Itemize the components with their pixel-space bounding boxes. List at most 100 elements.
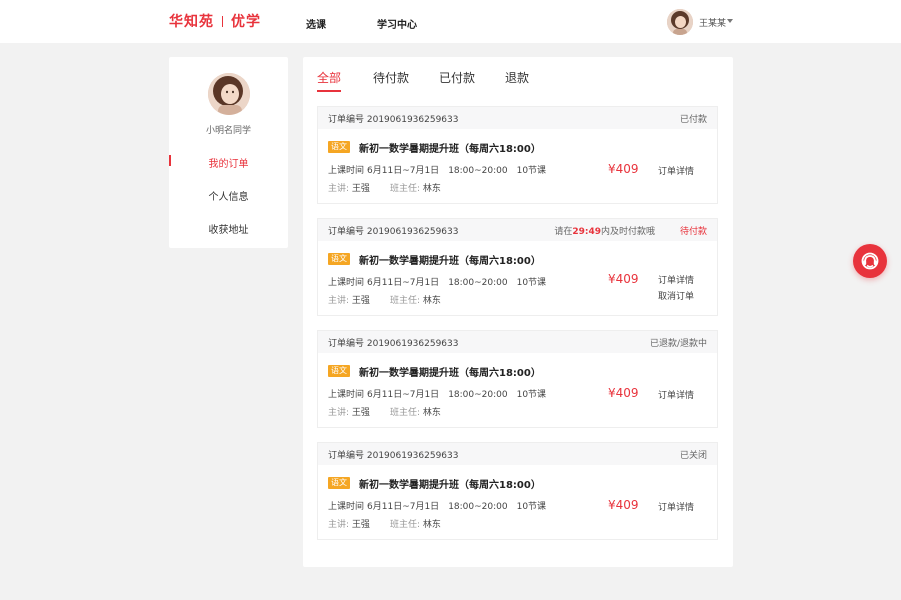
logo-right: 优学 <box>231 14 261 30</box>
order-status: 已退款/退款中 <box>649 339 707 349</box>
lesson-count: 10节课 <box>516 278 547 288</box>
order-header: 订单编号 2019061936259633 已关闭 <box>318 443 717 465</box>
order-status: 已关闭 <box>679 451 707 461</box>
teacher-info: 主讲: 王强 班主任: 林东 <box>328 293 461 306</box>
orders-panel: 全部 待付款 已付款 退款 订单编号 2019061936259633 已付款 … <box>303 57 733 567</box>
nav-item-learning-center[interactable]: 学习中心 <box>377 16 417 31</box>
lesson-count: 10节课 <box>516 166 547 176</box>
order-status: 待付款 <box>679 227 707 237</box>
teacher-label: 主讲: <box>328 184 350 194</box>
subject-tag: 语文 <box>328 253 350 265</box>
order-status: 已付款 <box>679 115 707 125</box>
class-time: 上课时间 6月11日~7月1日 18:00~20:00 10节课 <box>328 163 555 176</box>
teacher-name: 王强 <box>351 520 370 530</box>
tab-paid[interactable]: 已付款 <box>439 69 475 86</box>
subject-tag: 语文 <box>328 141 350 153</box>
top-header: 华知苑 优学 选课 学习中心 王某某 <box>0 0 901 43</box>
class-time: 上课时间 6月11日~7月1日 18:00~20:00 10节课 <box>328 275 555 288</box>
order-card: 订单编号 2019061936259633 已关闭 语文 新初一数学暑期提升班（… <box>317 442 718 540</box>
teacher-label: 主讲: <box>328 408 350 418</box>
profile-avatar-image <box>208 73 250 115</box>
class-teacher-name: 林东 <box>422 520 441 530</box>
class-teacher-name: 林东 <box>422 296 441 306</box>
date-range: 6月11日~7月1日 <box>367 166 440 176</box>
class-hours: 18:00~20:00 <box>448 166 508 176</box>
order-card: 订单编号 2019061936259633 已付款 语文 新初一数学暑期提升班（… <box>317 106 718 204</box>
nav-item-courses[interactable]: 选课 <box>306 16 326 31</box>
order-price: ¥409 <box>608 498 639 512</box>
date-range: 6月11日~7月1日 <box>367 502 440 512</box>
sidebar-item-my-orders[interactable]: 我的订单 <box>169 155 288 170</box>
countdown-time: 29:49 <box>572 227 601 237</box>
course-title[interactable]: 新初一数学暑期提升班（每周六18:00） <box>359 140 541 155</box>
subject-tag: 语文 <box>328 477 350 489</box>
customer-service-icon <box>861 252 879 270</box>
teacher-name: 王强 <box>351 184 370 194</box>
course-title[interactable]: 新初一数学暑期提升班（每周六18:00） <box>359 364 541 379</box>
class-hours: 18:00~20:00 <box>448 502 508 512</box>
teacher-name: 王强 <box>351 408 370 418</box>
order-detail-link[interactable]: 订单详情 <box>658 164 694 177</box>
class-time: 上课时间 6月11日~7月1日 18:00~20:00 10节课 <box>328 499 555 512</box>
class-teacher-label: 班主任: <box>389 520 420 530</box>
date-range: 6月11日~7月1日 <box>367 278 440 288</box>
order-number: 订单编号 2019061936259633 <box>328 227 459 237</box>
order-card: 订单编号 2019061936259633 请在29:49内及时付款哦 待付款 … <box>317 218 718 316</box>
countdown-prefix: 请在 <box>554 227 573 237</box>
class-hours: 18:00~20:00 <box>448 278 508 288</box>
time-label: 上课时间 <box>328 278 365 288</box>
payment-countdown: 请在29:49内及时付款哦 <box>554 224 655 237</box>
class-hours: 18:00~20:00 <box>448 390 508 400</box>
order-detail-link[interactable]: 订单详情 <box>658 388 694 401</box>
teacher-info: 主讲: 王强 班主任: 林东 <box>328 181 461 194</box>
user-name[interactable]: 王某某 <box>699 16 726 29</box>
site-logo[interactable]: 华知苑 优学 <box>169 11 261 31</box>
order-header: 订单编号 2019061936259633 已退款/退款中 <box>318 331 717 353</box>
teacher-label: 主讲: <box>328 296 350 306</box>
time-label: 上课时间 <box>328 390 365 400</box>
profile-username: 小明名同学 <box>205 126 251 136</box>
sidebar: 小明名同学 我的订单 个人信息 收获地址 <box>169 57 288 248</box>
teacher-info: 主讲: 王强 班主任: 林东 <box>328 405 461 418</box>
sidebar-item-profile[interactable]: 个人信息 <box>169 188 288 203</box>
logo-divider <box>222 15 223 27</box>
avatar[interactable] <box>667 9 693 35</box>
order-detail-link[interactable]: 订单详情 <box>658 273 694 286</box>
order-price: ¥409 <box>608 272 639 286</box>
chevron-down-icon[interactable] <box>727 19 733 23</box>
order-header: 订单编号 2019061936259633 已付款 <box>318 107 717 129</box>
date-range: 6月11日~7月1日 <box>367 390 440 400</box>
class-teacher-name: 林东 <box>422 184 441 194</box>
time-label: 上课时间 <box>328 166 365 176</box>
order-header: 订单编号 2019061936259633 请在29:49内及时付款哦 待付款 <box>318 219 717 241</box>
order-number: 订单编号 2019061936259633 <box>328 451 459 461</box>
lesson-count: 10节课 <box>516 390 547 400</box>
lesson-count: 10节课 <box>516 502 547 512</box>
class-teacher-label: 班主任: <box>389 408 420 418</box>
teacher-name: 王强 <box>351 296 370 306</box>
class-time: 上课时间 6月11日~7月1日 18:00~20:00 10节课 <box>328 387 555 400</box>
order-detail-link[interactable]: 订单详情 <box>658 500 694 513</box>
order-price: ¥409 <box>608 162 639 176</box>
class-teacher-label: 班主任: <box>389 184 420 194</box>
tab-all[interactable]: 全部 <box>317 69 341 86</box>
sidebar-item-address[interactable]: 收获地址 <box>169 221 288 236</box>
order-number: 订单编号 2019061936259633 <box>328 115 459 125</box>
tab-active-underline <box>317 90 341 92</box>
course-title[interactable]: 新初一数学暑期提升班（每周六18:00） <box>359 476 541 491</box>
avatar <box>208 73 250 115</box>
cancel-order-button[interactable]: 取消订单 <box>658 289 694 302</box>
tab-refund[interactable]: 退款 <box>505 69 529 86</box>
course-title[interactable]: 新初一数学暑期提升班（每周六18:00） <box>359 252 541 267</box>
tab-pending-payment[interactable]: 待付款 <box>373 69 409 86</box>
order-card: 订单编号 2019061936259633 已退款/退款中 语文 新初一数学暑期… <box>317 330 718 428</box>
class-teacher-name: 林东 <box>422 408 441 418</box>
customer-service-button[interactable] <box>853 244 887 278</box>
logo-left: 华知苑 <box>169 14 214 30</box>
class-teacher-label: 班主任: <box>389 296 420 306</box>
user-avatar-image <box>667 9 693 35</box>
teacher-info: 主讲: 王强 班主任: 林东 <box>328 517 461 530</box>
subject-tag: 语文 <box>328 365 350 377</box>
teacher-label: 主讲: <box>328 520 350 530</box>
order-number: 订单编号 2019061936259633 <box>328 339 459 349</box>
